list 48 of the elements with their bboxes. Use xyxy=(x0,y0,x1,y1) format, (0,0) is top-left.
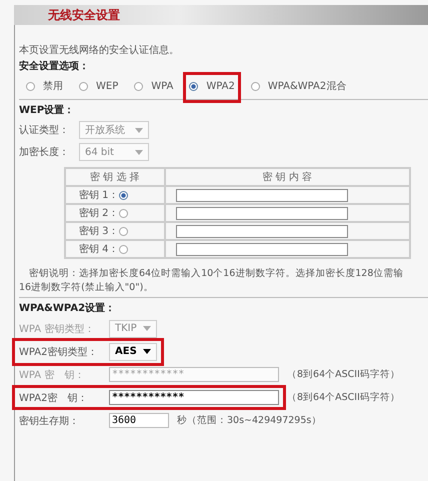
column-header: 密 钥 选 择 xyxy=(65,168,165,186)
password-field[interactable]: ************ xyxy=(109,390,279,405)
dropdown[interactable]: AES xyxy=(109,342,157,360)
radio-button[interactable] xyxy=(118,208,128,218)
field-label: 加密长度： xyxy=(19,146,70,159)
input-field[interactable]: 3600 xyxy=(109,413,169,428)
option-label: 禁用 xyxy=(43,80,63,93)
radio-button[interactable] xyxy=(134,82,144,90)
radio-button[interactable] xyxy=(250,82,260,90)
radio-button[interactable] xyxy=(26,82,35,90)
key-field[interactable] xyxy=(176,224,348,238)
option-label: WEP xyxy=(96,80,118,92)
radio-button[interactable] xyxy=(118,226,128,236)
hint-text: （8到64个ASCII码字符） xyxy=(287,368,400,381)
caret-icon xyxy=(135,128,143,132)
hint-text: 秒（范围：30s~429497295s） xyxy=(177,414,322,427)
section-label: 安全设置选项： xyxy=(19,59,90,74)
page-title: 无线安全设置 xyxy=(48,6,120,24)
caret-icon xyxy=(142,349,151,354)
field-label: WPA2密钥类型： xyxy=(19,346,98,358)
option-label: WPA&WPA2混合 xyxy=(268,80,346,93)
intro-text: 本页设置无线网络的安全认证信息。 xyxy=(19,44,180,58)
radio-button[interactable] xyxy=(118,244,128,254)
key-field[interactable] xyxy=(176,188,348,202)
option-label: WPA2 xyxy=(206,80,235,92)
field-label: 认证类型： xyxy=(19,124,70,137)
radio-button[interactable] xyxy=(118,190,128,200)
field-label: 密钥生存期： xyxy=(19,414,80,428)
field-label: WPA 密 钥： xyxy=(19,368,86,382)
field-label: WPA2密 钥： xyxy=(19,392,88,404)
caret-icon xyxy=(142,326,151,331)
radio-button[interactable] xyxy=(189,82,198,90)
section-heading: WEP设置： xyxy=(19,104,76,118)
note-text: 密钥说明：选择加密长度64位时需输入10个16进制数字符。选择加密长度128位需输 xyxy=(28,267,404,281)
radio-button[interactable] xyxy=(79,82,88,90)
key-label: 密钥 2： xyxy=(79,206,119,220)
key-label: 密钥 4： xyxy=(79,242,119,256)
field-label: WPA 密钥类型： xyxy=(19,322,96,336)
key-label: 密钥 1： xyxy=(79,188,119,202)
key-label: 密钥 3： xyxy=(79,224,119,238)
key-field[interactable] xyxy=(176,206,348,220)
key-field[interactable] xyxy=(176,242,348,256)
column-header: 密 钥 内 容 xyxy=(164,168,410,186)
note-text: 16进制数字符(禁止输入"0")。 xyxy=(19,281,154,295)
caret-icon xyxy=(135,150,143,154)
option-label: WPA xyxy=(151,80,174,92)
section-heading: WPA&WPA2设置： xyxy=(19,302,116,316)
hint-text: （8到64个ASCII码字符） xyxy=(287,391,400,404)
